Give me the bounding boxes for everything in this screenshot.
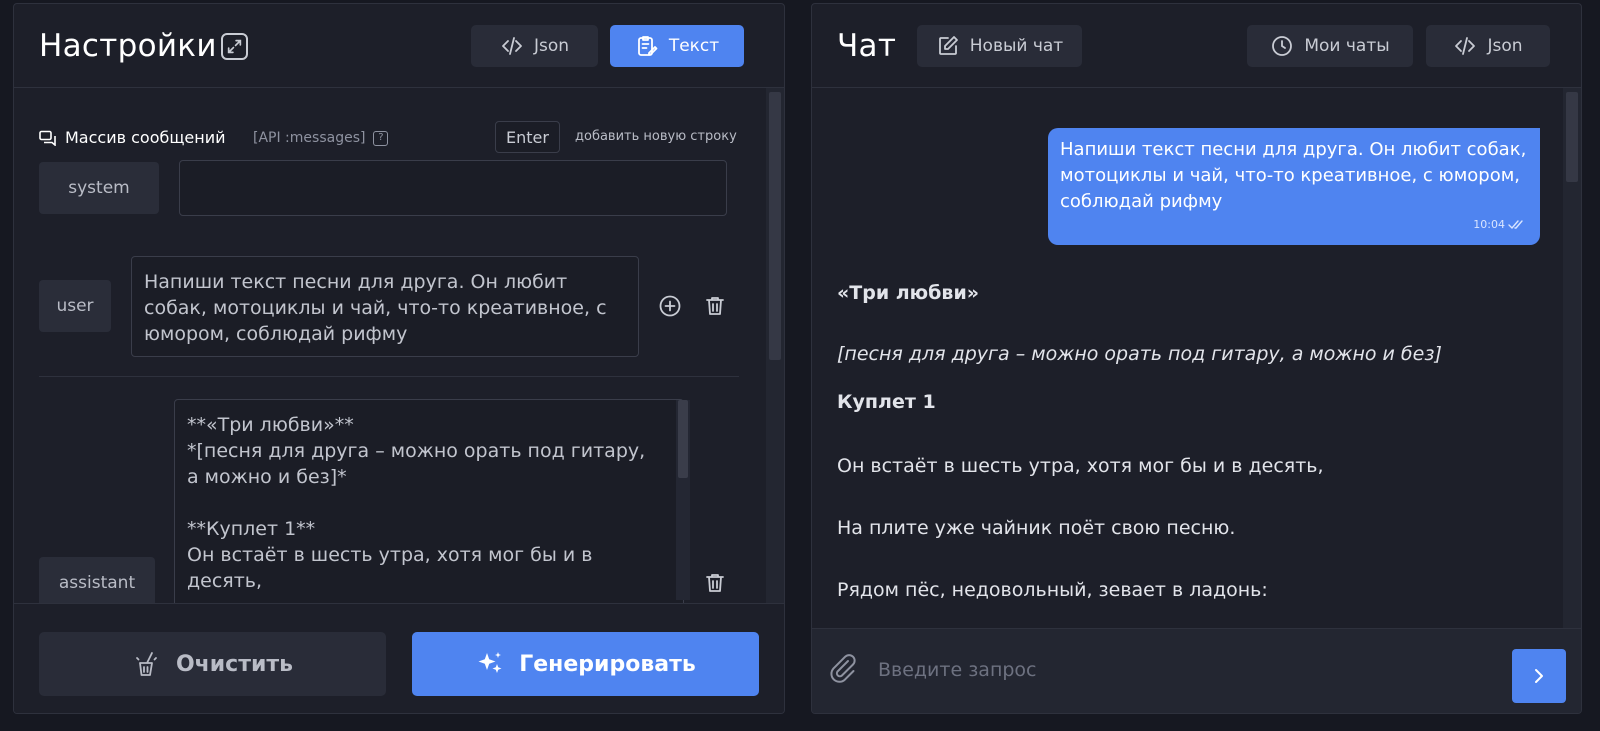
chat-title: Чат <box>837 28 897 64</box>
messages-scroll-area[interactable]: Массив сообщений [API :messages] ? Enter… <box>14 88 784 603</box>
plus-circle-icon <box>659 295 681 317</box>
reply-line: Рядом пёс, недовольный, зевает в ладонь: <box>837 579 1268 601</box>
role-user[interactable]: user <box>39 280 111 332</box>
settings-title: Настройки <box>39 28 217 64</box>
chat-json-button[interactable]: Json <box>1426 25 1550 67</box>
double-check-icon <box>1508 220 1523 230</box>
generate-button[interactable]: Генерировать <box>412 632 759 696</box>
code-icon <box>1455 37 1476 55</box>
trash-icon <box>706 574 724 592</box>
user-message-bubble: Напиши текст песни для друга. Он любит с… <box>1048 128 1540 245</box>
history-clock-icon <box>1272 36 1293 56</box>
reply-verse-heading: Куплет 1 <box>837 391 936 413</box>
enter-key-badge: Enter <box>495 121 560 153</box>
settings-text-button[interactable]: Текст <box>610 25 744 67</box>
add-message-button[interactable] <box>657 293 683 319</box>
edit-icon <box>938 36 958 55</box>
settings-json-label: Json <box>533 36 570 56</box>
clear-button[interactable]: Очистить <box>39 632 386 696</box>
role-system[interactable]: system <box>39 162 159 214</box>
chat-header: Чат Новый чат Мои чаты Json <box>812 4 1581 88</box>
chat-messages-area[interactable]: Напиши текст песни для друга. Он любит с… <box>812 88 1581 628</box>
messages-array-label: Массив сообщений <box>39 128 226 147</box>
expand-icon[interactable] <box>221 33 248 60</box>
generate-label: Генерировать <box>519 651 696 677</box>
settings-header: Настройки Json Текст <box>14 4 784 88</box>
system-message-field[interactable] <box>179 160 727 216</box>
user-message-field[interactable]: Напиши текст песни для друга. Он любит с… <box>131 256 639 357</box>
chat-panel: Чат Новый чат Мои чаты Json Напиши текст… <box>811 3 1582 714</box>
chat-json-label: Json <box>1487 36 1523 56</box>
reply-song-title: «Три любви» <box>837 282 980 304</box>
reply-subtitle: [песня для друга – можно орать под гитар… <box>837 343 1442 365</box>
clear-label: Очистить <box>175 651 294 677</box>
attach-button[interactable] <box>826 651 858 683</box>
chat-input-field[interactable]: Введите запрос <box>878 659 1037 681</box>
chat-bubbles-icon <box>39 130 56 146</box>
delete-assistant-message-button[interactable] <box>702 570 728 596</box>
message-timestamp: 10:04 <box>1473 212 1526 238</box>
settings-panel: Настройки Json Текст Массив сообщений [A… <box>13 3 785 714</box>
row-divider <box>39 376 739 377</box>
new-chat-button[interactable]: Новый чат <box>917 25 1082 67</box>
help-icon[interactable]: ? <box>373 130 389 146</box>
settings-text-label: Текст <box>668 36 720 56</box>
assistant-message-field[interactable]: **«Три любви»** *[песня для друга – можн… <box>174 399 684 603</box>
app-root: Настройки Json Текст Массив сообщений [A… <box>0 0 1600 731</box>
trash-icon <box>706 297 724 315</box>
enter-hint: добавить новую строку <box>575 129 737 144</box>
role-assistant[interactable]: assistant <box>39 557 155 603</box>
sparkles-icon <box>478 652 502 673</box>
api-label: [API :messages] <box>253 130 366 146</box>
messages-label-text: Массив сообщений <box>65 128 226 147</box>
chat-input-bar: Введите запрос <box>812 628 1581 713</box>
message-time: 10:04 <box>1473 218 1505 231</box>
settings-scroll-thumb[interactable] <box>769 92 781 360</box>
chat-scroll-thumb[interactable] <box>1566 92 1578 182</box>
chevron-right-icon <box>1535 669 1543 683</box>
code-icon <box>502 37 522 55</box>
send-button[interactable] <box>1512 649 1566 703</box>
reply-line: Он встаёт в шесть утра, хотя мог бы и в … <box>837 455 1324 477</box>
settings-footer: Очистить Генерировать <box>14 603 784 713</box>
assistant-field-scroll-thumb[interactable] <box>678 400 688 478</box>
delete-user-message-button[interactable] <box>702 293 728 319</box>
settings-json-button[interactable]: Json <box>471 25 598 67</box>
user-message-text: Напиши текст песни для друга. Он любит с… <box>1060 139 1527 212</box>
reply-line: На плите уже чайник поёт свою песню. <box>837 517 1236 539</box>
new-chat-label: Новый чат <box>969 36 1064 56</box>
paperclip-icon <box>830 654 856 683</box>
api-messages-hint: [API :messages] ? <box>253 130 389 146</box>
my-chats-label: Мои чаты <box>1304 36 1390 56</box>
my-chats-button[interactable]: Мои чаты <box>1247 25 1413 67</box>
broom-icon <box>136 652 157 676</box>
clipboard-edit-icon <box>637 36 658 56</box>
